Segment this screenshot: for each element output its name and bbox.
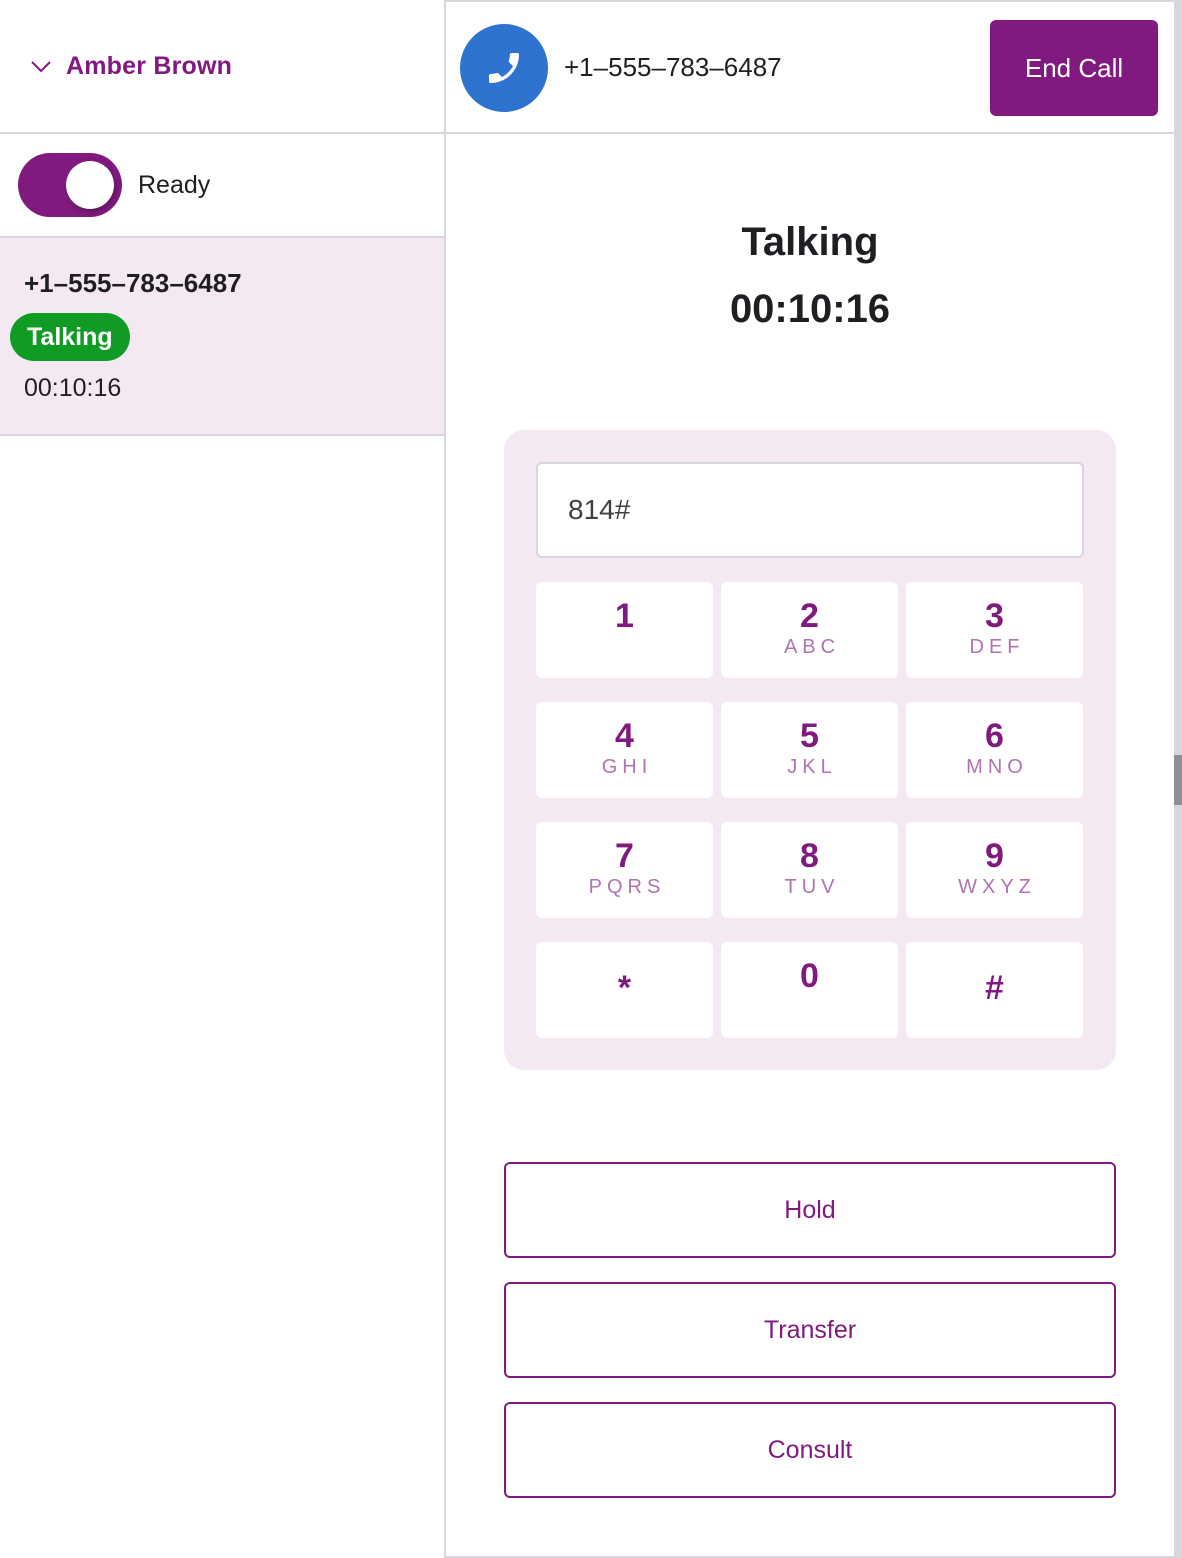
scrollbar-thumb[interactable]	[1174, 755, 1182, 805]
key-5[interactable]: 5 JKL	[721, 702, 898, 798]
key-digit: 2	[800, 597, 819, 635]
key-letters: MNO	[966, 756, 1028, 778]
key-letters: ABC	[783, 636, 841, 658]
key-2[interactable]: 2 ABC	[721, 582, 898, 678]
key-1[interactable]: 1	[536, 582, 713, 678]
key-letters: JKL	[787, 756, 837, 778]
status-badge: Talking	[10, 313, 130, 361]
transfer-button[interactable]: Transfer	[504, 1282, 1116, 1378]
key-digit: *	[617, 969, 632, 1007]
key-digit: 8	[800, 837, 819, 875]
phone-icon	[460, 24, 548, 112]
key-4[interactable]: 4 GHI	[536, 702, 713, 798]
availability-row: Ready	[0, 134, 444, 238]
dialpad-keys: 1 2 ABC 3 DEF 4 GHI 5 JKL 6 MNO 7 PQRS 8 TUV 9W…	[536, 582, 1084, 1038]
call-state: Talking	[741, 220, 879, 264]
key-digit: 3	[985, 597, 1004, 635]
dtmf-input[interactable]	[536, 462, 1084, 558]
hold-button[interactable]: Hold	[504, 1162, 1116, 1258]
key-digit: 6	[985, 717, 1004, 755]
call-list-item[interactable]: +1–555–783–6487 Talking 00:10:16	[0, 238, 444, 436]
key-star[interactable]: *	[536, 942, 713, 1038]
call-header: +1–555–783–6487 End Call	[446, 0, 1174, 134]
chevron-down-icon	[30, 55, 52, 77]
key-8[interactable]: 8 TUV	[721, 822, 898, 918]
key-digit: 4	[615, 717, 634, 755]
key-6[interactable]: 6 MNO	[906, 702, 1083, 798]
key-digit: #	[985, 969, 1004, 1007]
scrollbar[interactable]	[1174, 0, 1182, 1558]
key-hash[interactable]: #	[906, 942, 1083, 1038]
key-letters: GHI	[601, 756, 653, 778]
toggle-knob	[66, 161, 114, 209]
availability-label: Ready	[138, 170, 211, 199]
key-letters: DEF	[969, 636, 1025, 658]
key-9[interactable]: 9 WXYZ	[906, 822, 1083, 918]
key-digit: 7	[615, 837, 634, 875]
call-timer: 00:10:16	[729, 287, 891, 331]
key-digit: 1	[615, 597, 634, 635]
agent-name: Amber Brown	[66, 51, 233, 80]
call-duration: 00:10:16	[24, 374, 122, 402]
key-letters: WXYZ	[958, 876, 1036, 898]
key-digit: 9	[985, 837, 1004, 875]
key-0[interactable]: 0	[721, 942, 898, 1038]
key-letters: PQRS	[588, 876, 666, 898]
active-call-number: +1–555–783–6487	[564, 52, 782, 82]
key-letters: TUV	[784, 876, 840, 898]
key-digit: 5	[800, 717, 819, 755]
dialpad: 1 2ABC 3DEF 4GHI 5JKL 6MNO 7PQRS 8TUV 9W…	[504, 430, 1116, 1070]
key-7[interactable]: 7 PQRS	[536, 822, 713, 918]
left-panel: Amber Brown Ready +1–555–783–6487 Talkin…	[0, 0, 446, 1558]
ready-toggle[interactable]	[18, 153, 122, 217]
end-call-button[interactable]: End Call	[990, 20, 1158, 116]
consult-button[interactable]: Consult	[504, 1402, 1116, 1498]
agent-menu[interactable]: Amber Brown	[0, 0, 444, 134]
key-digit: 0	[800, 957, 819, 995]
key-3[interactable]: 3 DEF	[906, 582, 1083, 678]
call-number: +1–555–783–6487	[24, 268, 242, 298]
